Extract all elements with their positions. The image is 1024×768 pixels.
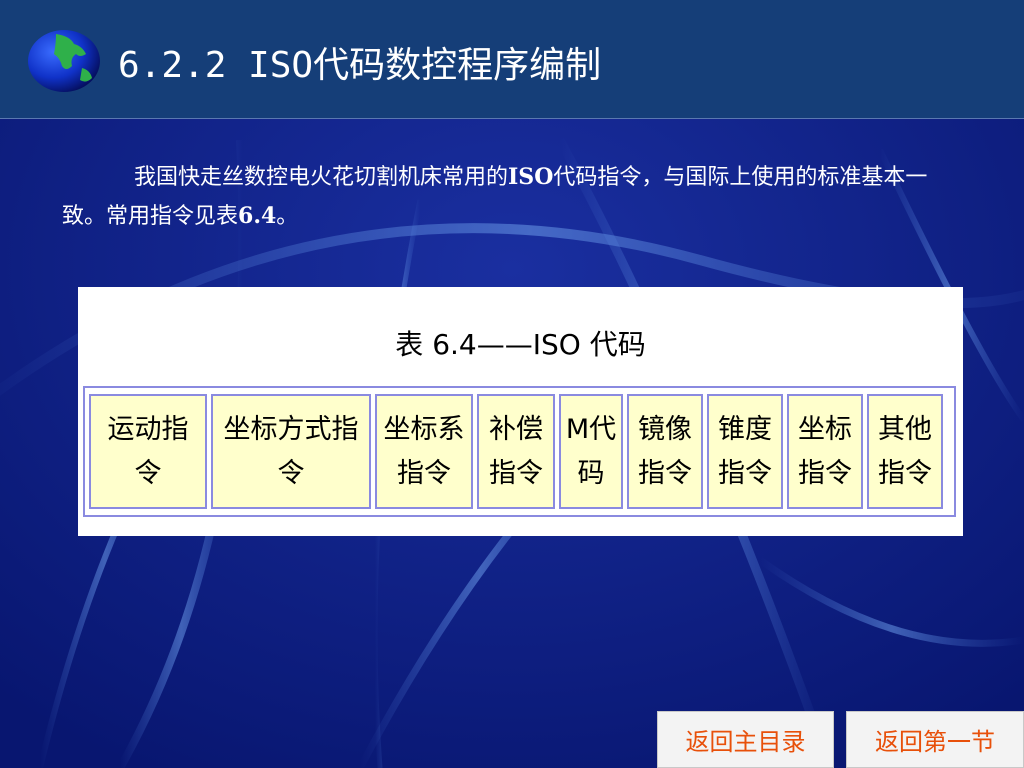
paragraph-text-3: 。 [276,204,299,229]
table-cell: 运动指令 [89,394,207,509]
back-to-first-section-button[interactable]: 返回第一节 [846,711,1024,768]
iso-code-table: 表 6.4——ISO 代码 运动指令 坐标方式指令 坐标系指令 补偿指令 M代码… [78,287,963,536]
paragraph-table-ref: 6.4 [238,203,277,229]
table-cell: 坐标系指令 [375,394,473,509]
slide-header: 6.2.2 ISO代码数控程序编制 [0,0,1024,119]
intro-paragraph: 我国快走丝数控电火花切割机床常用的ISO代码指令，与国际上使用的标准基本一致。常… [62,158,962,236]
table-cell: 补偿指令 [477,394,555,509]
page-title: 6.2.2 ISO代码数控程序编制 [118,45,602,86]
table-cell: M代码 [559,394,623,509]
table-cell: 其他指令 [867,394,943,509]
table-row: 运动指令 坐标方式指令 坐标系指令 补偿指令 M代码 镜像指令 锥度指令 坐标指… [83,386,956,517]
globe-icon [28,30,100,92]
paragraph-text-1: 我国快走丝数控电火花切割机床常用的 [134,165,509,190]
table-cell: 坐标指令 [787,394,863,509]
table-caption: 表 6.4——ISO 代码 [395,328,646,361]
back-to-main-menu-button[interactable]: 返回主目录 [657,711,834,768]
table-cell: 镜像指令 [627,394,703,509]
table-cell: 锥度指令 [707,394,783,509]
table-cell: 坐标方式指令 [211,394,371,509]
paragraph-iso: ISO [508,164,554,190]
